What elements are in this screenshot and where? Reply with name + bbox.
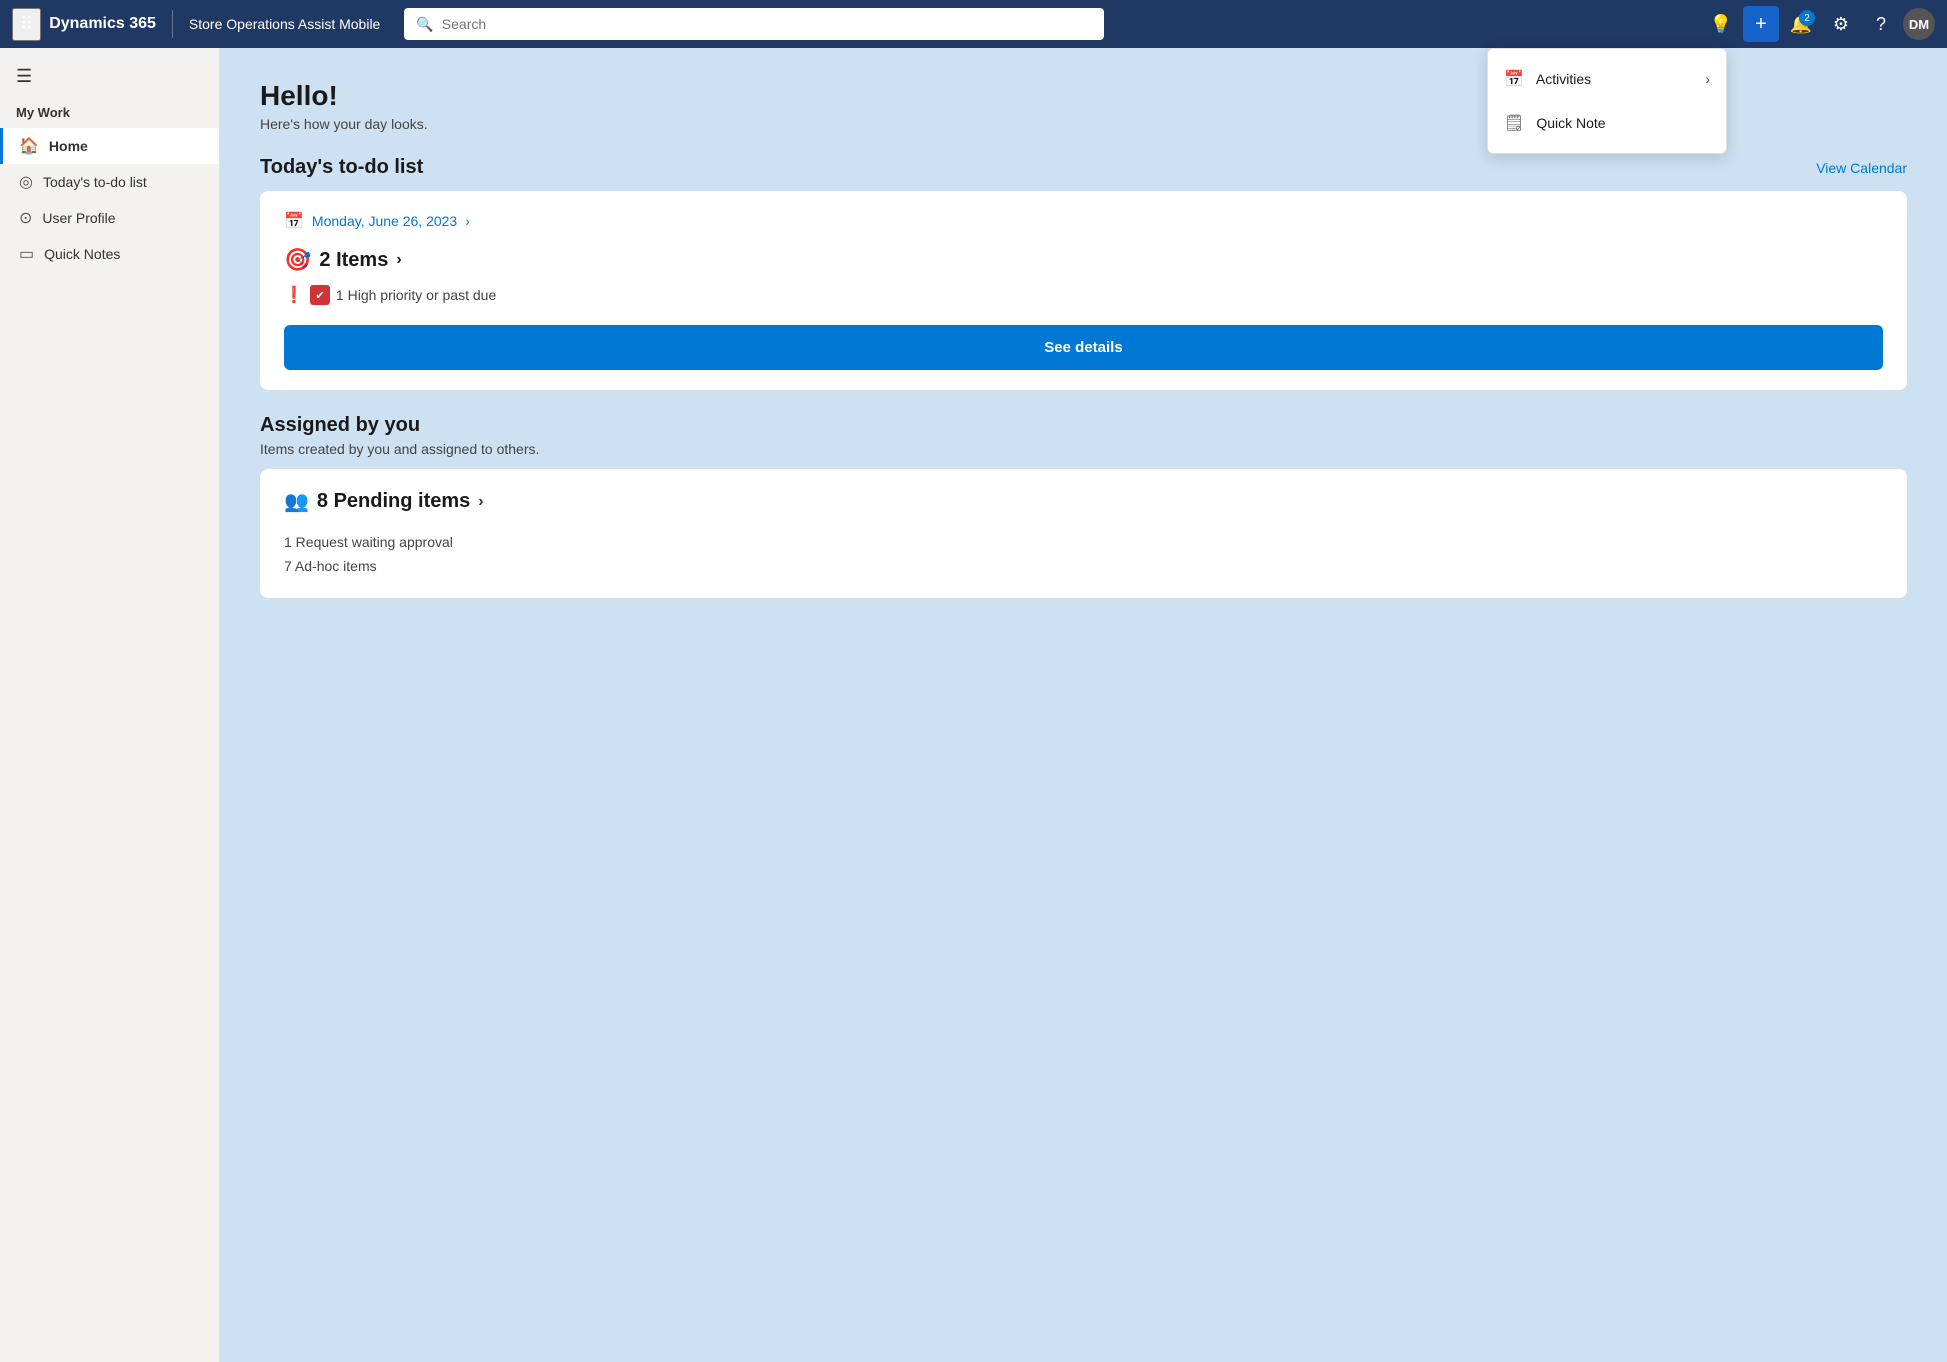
date-arrow-icon: › xyxy=(465,213,470,229)
sidebar-item-todo[interactable]: ◎ Today's to-do list xyxy=(0,164,219,200)
brand-name: Dynamics 365 xyxy=(49,15,156,33)
see-details-button[interactable]: See details xyxy=(284,325,1883,370)
topnav-right: 💡 + 🔔 2 ⚙ ? DM xyxy=(1703,6,1935,42)
todo-section-title: Today's to-do list xyxy=(260,156,423,179)
sidebar-item-quicknotes-label: Quick Notes xyxy=(44,246,120,262)
pending-row[interactable]: 👥 8 Pending items › xyxy=(284,489,1883,514)
user-profile-icon: ⊙ xyxy=(19,208,32,228)
app-layout: ☰ My Work 🏠 Home ◎ Today's to-do list ⊙ … xyxy=(0,48,1947,1362)
quick-notes-icon: ▭ xyxy=(19,244,34,264)
home-icon: 🏠 xyxy=(19,136,39,156)
todo-card: 📅 Monday, June 26, 2023 › 🎯 2 Items › ❗ … xyxy=(260,191,1907,390)
sidebar-item-todo-label: Today's to-do list xyxy=(43,174,147,190)
user-avatar[interactable]: DM xyxy=(1903,8,1935,40)
pending-item-1: 7 Ad-hoc items xyxy=(284,554,1883,578)
quick-note-label: Quick Note xyxy=(1536,115,1605,131)
settings-button[interactable]: ⚙ xyxy=(1823,6,1859,42)
items-arrow-icon: › xyxy=(396,251,401,269)
assigned-subtitle: Items created by you and assigned to oth… xyxy=(260,441,1907,457)
topnav: ⠿ Dynamics 365 Store Operations Assist M… xyxy=(0,0,1947,48)
priority-row: ❗ ✔ 1 High priority or past due xyxy=(284,285,1883,305)
sidebar-section-label: My Work xyxy=(0,101,219,128)
sidebar: ☰ My Work 🏠 Home ◎ Today's to-do list ⊙ … xyxy=(0,48,220,1362)
quick-note-menu-item[interactable]: 🗒 Quick Note xyxy=(1488,101,1726,145)
assigned-card: 👥 8 Pending items › 1 Request waiting ap… xyxy=(260,469,1907,598)
target-icon: 🎯 xyxy=(284,247,311,273)
waffle-menu-button[interactable]: ⠿ xyxy=(12,8,41,41)
activities-icon: 📅 xyxy=(1504,69,1524,89)
items-count-label: 2 Items xyxy=(319,249,388,272)
main-content: Hello! Here's how your day looks. Today'… xyxy=(220,48,1947,1362)
search-input[interactable] xyxy=(442,16,1093,32)
notifications-button[interactable]: 🔔 2 xyxy=(1783,6,1819,42)
activities-menu-item[interactable]: 📅 Activities › xyxy=(1488,57,1726,101)
plus-button[interactable]: + xyxy=(1743,6,1779,42)
sidebar-item-home-label: Home xyxy=(49,138,88,154)
calendar-icon: 📅 xyxy=(284,211,304,231)
people-icon: 👥 xyxy=(284,489,309,514)
sidebar-item-profile-label: User Profile xyxy=(42,210,115,226)
activities-label: Activities xyxy=(1536,71,1591,87)
help-button[interactable]: ? xyxy=(1863,6,1899,42)
nav-divider xyxy=(172,10,173,38)
view-calendar-link[interactable]: View Calendar xyxy=(1816,160,1907,176)
items-count-row[interactable]: 🎯 2 Items › xyxy=(284,247,1883,273)
pending-arrow-icon: › xyxy=(478,493,483,511)
priority-task-icon: ✔ xyxy=(310,285,330,305)
pending-item-0: 1 Request waiting approval xyxy=(284,530,1883,554)
search-icon: 🔍 xyxy=(416,16,433,33)
app-name: Store Operations Assist Mobile xyxy=(189,16,380,32)
exclamation-icon: ❗ xyxy=(284,285,304,305)
notification-badge: 2 xyxy=(1799,10,1815,26)
assigned-title: Assigned by you xyxy=(260,414,1907,437)
sidebar-item-quick-notes[interactable]: ▭ Quick Notes xyxy=(0,236,219,272)
todo-section-header: Today's to-do list View Calendar xyxy=(260,156,1907,179)
sidebar-item-user-profile[interactable]: ⊙ User Profile xyxy=(0,200,219,236)
todo-icon: ◎ xyxy=(19,172,33,192)
lightbulb-button[interactable]: 💡 xyxy=(1703,6,1739,42)
pending-count-label: 8 Pending items xyxy=(317,490,470,513)
quick-note-icon: 🗒 xyxy=(1504,113,1524,133)
activities-arrow-icon: › xyxy=(1705,71,1710,87)
sidebar-item-home[interactable]: 🏠 Home xyxy=(0,128,219,164)
search-box[interactable]: 🔍 xyxy=(404,8,1104,40)
date-label: Monday, June 26, 2023 xyxy=(312,213,457,229)
priority-text: 1 High priority or past due xyxy=(336,287,496,303)
hamburger-button[interactable]: ☰ xyxy=(0,60,219,93)
activities-dropdown: 📅 Activities › 🗒 Quick Note xyxy=(1487,48,1727,154)
date-row[interactable]: 📅 Monday, June 26, 2023 › xyxy=(284,211,1883,231)
